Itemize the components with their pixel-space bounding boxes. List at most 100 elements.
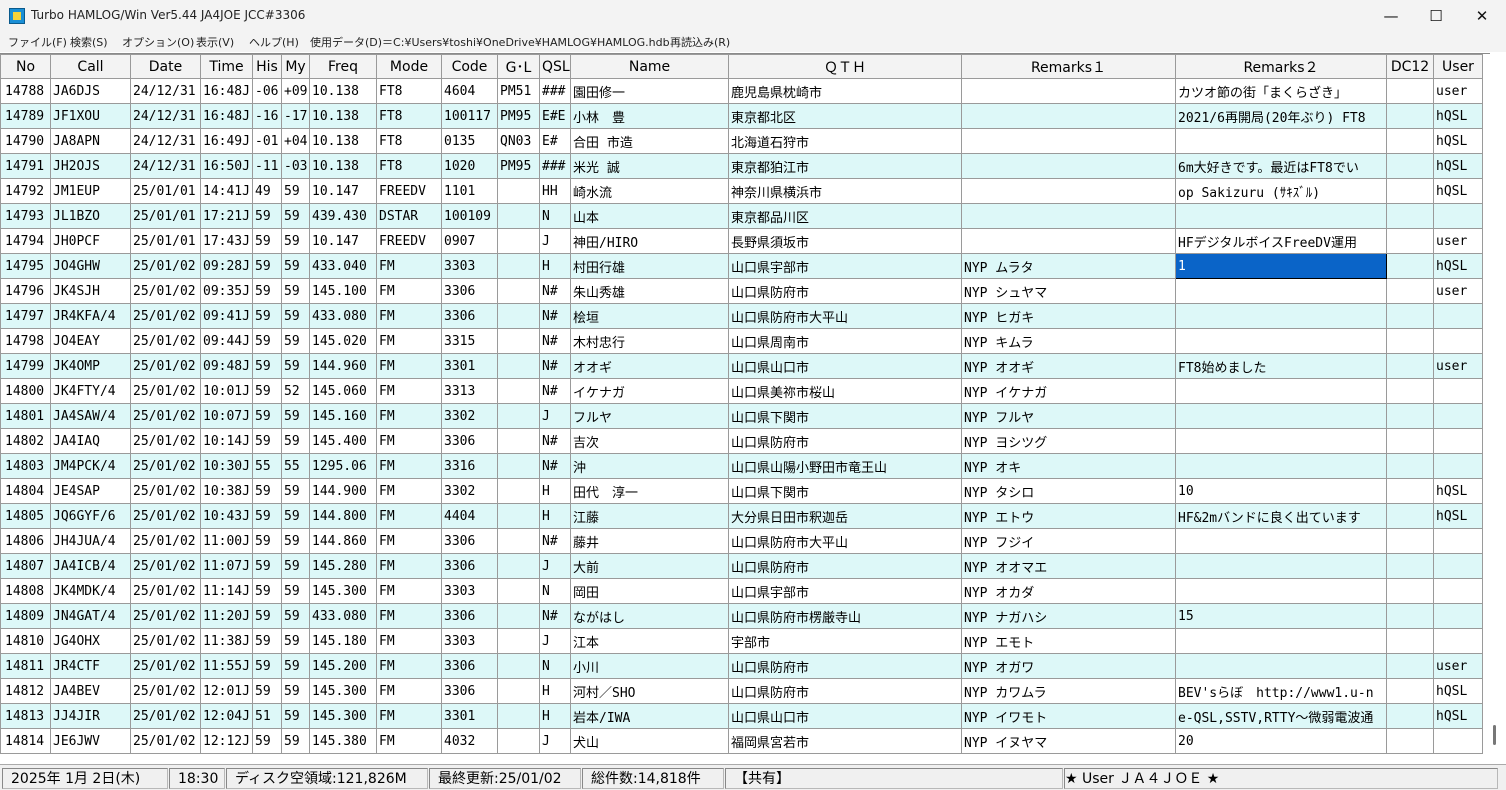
cell-remarks1[interactable] [961,178,1176,204]
cell-user[interactable] [1433,378,1483,404]
cell-mode[interactable]: FM [376,278,442,304]
cell-user[interactable] [1433,628,1483,654]
cell-time[interactable]: 09:44J [200,328,253,354]
cell-dc12[interactable] [1386,728,1434,754]
cell-freq[interactable]: 145.300 [309,678,377,704]
cell-qth[interactable]: 山口県防府市 [728,553,962,579]
cell-remarks2[interactable] [1175,278,1387,304]
cell-gl[interactable] [497,603,540,629]
table-row[interactable]: 14798 JO4EAY 25/01/02 09:44J 59 59 145.020 FM 33… [0,328,1483,354]
cell-qsl[interactable]: H [539,253,571,279]
cell-qth[interactable]: 鹿児島県枕崎市 [728,78,962,104]
cell-time[interactable]: 12:12J [200,728,253,754]
cell-freq[interactable]: 10.138 [309,103,377,129]
cell-date[interactable]: 25/01/02 [130,728,201,754]
cell-name[interactable]: 小川 [570,653,729,679]
column-header-remarks2[interactable]: Remarks２ [1175,54,1387,79]
cell-remarks2[interactable] [1175,653,1387,679]
cell-time[interactable]: 11:20J [200,603,253,629]
cell-gl[interactable]: QN03 [497,128,540,154]
cell-my[interactable]: 59 [281,528,310,554]
column-header-remarks1[interactable]: Remarks１ [961,54,1176,79]
cell-dc12[interactable] [1386,128,1434,154]
column-header-his[interactable]: His [252,54,282,79]
cell-remarks2[interactable] [1175,628,1387,654]
cell-code[interactable]: 3302 [441,403,498,429]
cell-mode[interactable]: DSTAR [376,203,442,229]
cell-remarks2[interactable] [1175,378,1387,404]
cell-name[interactable]: 桧垣 [570,303,729,329]
cell-gl[interactable] [497,178,540,204]
cell-qsl[interactable]: J [539,228,571,254]
cell-his[interactable]: 59 [252,378,282,404]
cell-my[interactable]: 59 [281,328,310,354]
cell-gl[interactable] [497,278,540,304]
cell-name[interactable]: 藤井 [570,528,729,554]
menu-file[interactable]: ファイル(F) [8,34,67,50]
cell-freq[interactable]: 145.300 [309,703,377,729]
cell-dc12[interactable] [1386,628,1434,654]
cell-remarks1[interactable] [961,78,1176,104]
cell-gl[interactable] [497,478,540,504]
cell-call[interactable]: JR4KFA/4 [50,303,131,329]
cell-no[interactable]: 14809 [0,603,51,629]
cell-code[interactable]: 3301 [441,353,498,379]
cell-my[interactable]: 59 [281,278,310,304]
cell-dc12[interactable] [1386,428,1434,454]
cell-call[interactable]: JF1XOU [50,103,131,129]
cell-time[interactable]: 12:01J [200,678,253,704]
cell-name[interactable]: 木村忠行 [570,328,729,354]
cell-freq[interactable]: 433.080 [309,603,377,629]
table-row[interactable]: 14809 JN4GAT/4 25/01/02 11:20J 59 59 433.080 FM… [0,603,1483,629]
cell-mode[interactable]: FT8 [376,103,442,129]
cell-my[interactable]: +04 [281,128,310,154]
cell-qth[interactable]: 山口県山陽小野田市竜王山 [728,453,962,479]
cell-user[interactable] [1433,328,1483,354]
cell-dc12[interactable] [1386,253,1434,279]
cell-code[interactable]: 3303 [441,578,498,604]
cell-time[interactable]: 10:01J [200,378,253,404]
cell-gl[interactable] [497,428,540,454]
cell-qsl[interactable]: E# [539,128,571,154]
cell-remarks1[interactable] [961,153,1176,179]
cell-gl[interactable] [497,253,540,279]
cell-date[interactable]: 25/01/01 [130,203,201,229]
cell-no[interactable]: 14794 [0,228,51,254]
cell-date[interactable]: 25/01/02 [130,478,201,504]
column-header-mode[interactable]: Mode [376,54,442,79]
cell-gl[interactable]: PM95 [497,103,540,129]
column-header-gl[interactable]: G･L [497,54,540,79]
cell-call[interactable]: JE6JWV [50,728,131,754]
cell-date[interactable]: 24/12/31 [130,78,201,104]
cell-qsl[interactable]: HH [539,178,571,204]
column-header-name[interactable]: Name [570,54,729,79]
cell-freq[interactable]: 144.900 [309,478,377,504]
cell-qsl[interactable]: N# [539,378,571,404]
cell-mode[interactable]: FM [376,653,442,679]
cell-name[interactable]: 江本 [570,628,729,654]
cell-user[interactable]: hQSL [1433,503,1483,529]
cell-no[interactable]: 14793 [0,203,51,229]
cell-qth[interactable]: 山口県防府市 [728,278,962,304]
table-row[interactable]: 14805 JQ6GYF/6 25/01/02 10:43J 59 59 144.800 FM… [0,503,1483,529]
cell-name[interactable]: 吉次 [570,428,729,454]
cell-time[interactable]: 11:38J [200,628,253,654]
cell-his[interactable]: 59 [252,503,282,529]
cell-no[interactable]: 14803 [0,453,51,479]
cell-code[interactable]: 3306 [441,278,498,304]
cell-time[interactable]: 10:38J [200,478,253,504]
cell-qth[interactable]: 山口県下関市 [728,478,962,504]
menu-options[interactable]: オプション(O) [122,34,194,50]
cell-name[interactable]: 河村／SHO [570,678,729,704]
cell-my[interactable]: 59 [281,428,310,454]
cell-my[interactable]: 52 [281,378,310,404]
cell-gl[interactable] [497,378,540,404]
cell-qsl[interactable]: N# [539,428,571,454]
cell-no[interactable]: 14798 [0,328,51,354]
cell-remarks1[interactable]: NYP ナガハシ [961,603,1176,629]
cell-call[interactable]: JA4IAQ [50,428,131,454]
table-row[interactable]: 14794 JH0PCF 25/01/01 17:43J 59 59 10.147 FREED… [0,228,1483,254]
cell-qth[interactable]: 山口県防府市 [728,428,962,454]
cell-his[interactable]: -11 [252,153,282,179]
cell-freq[interactable]: 10.147 [309,178,377,204]
